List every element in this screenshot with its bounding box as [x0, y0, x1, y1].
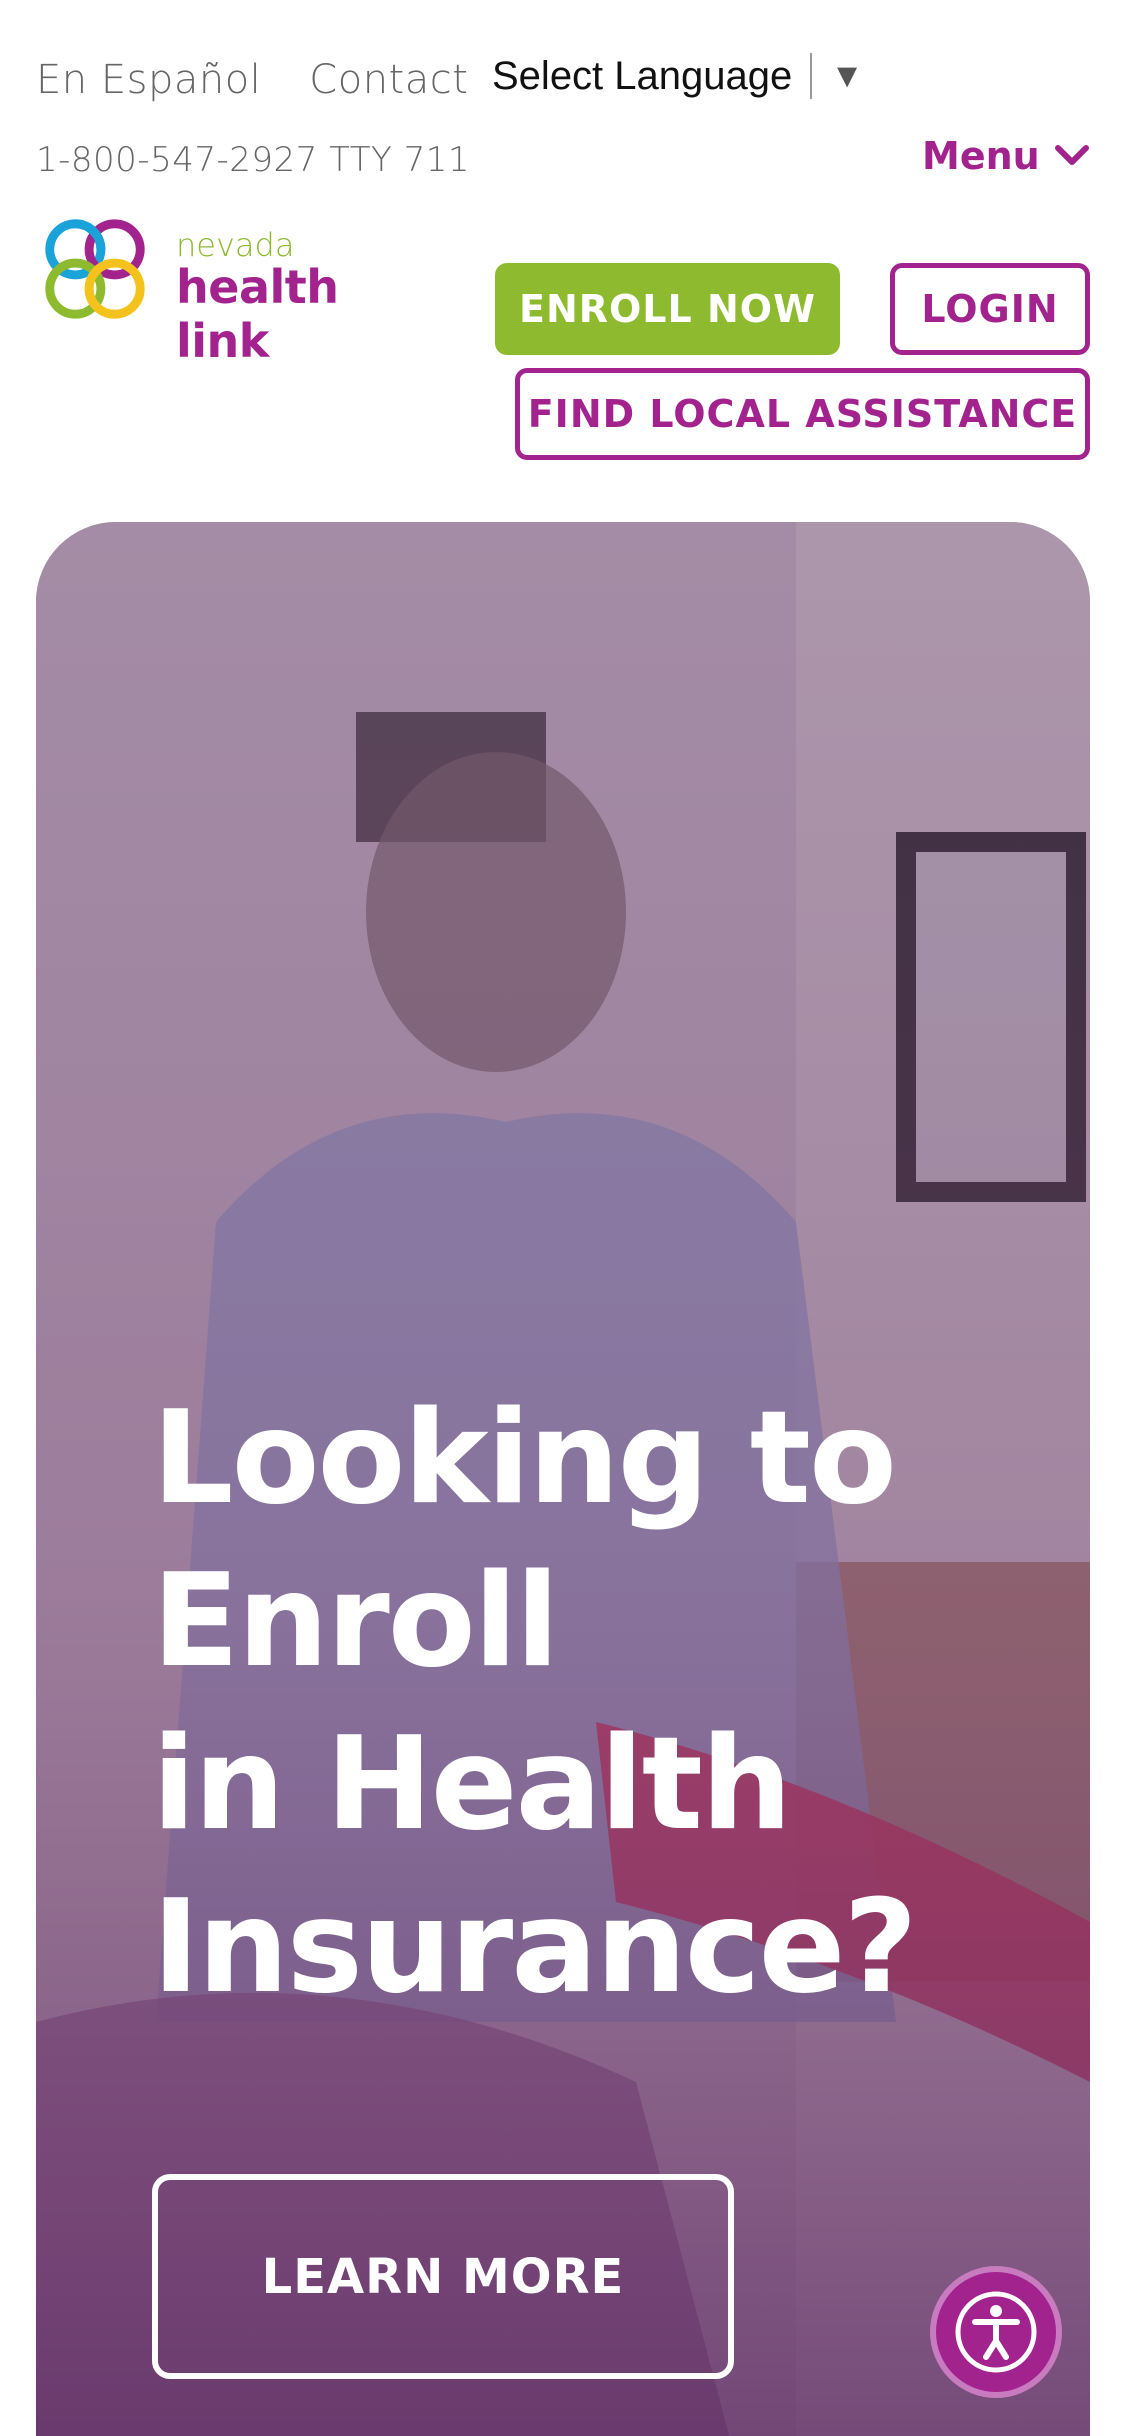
login-button[interactable]: LOGIN — [890, 263, 1090, 355]
site-logo[interactable]: nevada health link — [36, 210, 406, 368]
language-select-label: Select Language — [492, 53, 793, 98]
link-espanol[interactable]: En Español — [36, 57, 261, 103]
enroll-now-button[interactable]: ENROLL NOW — [495, 263, 840, 355]
link-contact[interactable]: Contact — [309, 57, 468, 103]
accessibility-button[interactable] — [930, 2266, 1062, 2398]
language-select-divider — [810, 53, 813, 99]
language-select[interactable]: Select Language ▼ — [492, 46, 864, 106]
hero-title-line: Looking to — [152, 1384, 897, 1533]
logo-text-nevada: nevada — [176, 226, 295, 264]
phone-number[interactable]: 1-800-547-2927 TTY 711 — [36, 140, 470, 180]
find-local-assistance-button[interactable]: FIND LOCAL ASSISTANCE — [515, 368, 1090, 460]
hero-title-line: in Health — [152, 1710, 792, 1859]
top-links: En Español Contact — [36, 50, 516, 110]
hero-title: Looking to Enroll in Health Insurance? — [152, 1377, 972, 2029]
dropdown-arrow-icon: ▼ — [830, 56, 864, 95]
hero-title-line: Enroll — [152, 1547, 559, 1696]
hero-banner: Looking to Enroll in Health Insurance? L… — [36, 522, 1090, 2436]
learn-more-button[interactable]: LEARN MORE — [152, 2174, 734, 2379]
menu-label: Menu — [922, 134, 1040, 178]
logo-text-health-link: health link — [176, 260, 339, 368]
logo-knot-icon — [45, 219, 145, 319]
hero-title-line: Insurance? — [152, 1873, 918, 2022]
accessibility-icon — [955, 2291, 1037, 2373]
chevron-down-icon — [1054, 145, 1089, 165]
menu-button[interactable]: Menu — [922, 134, 1090, 178]
